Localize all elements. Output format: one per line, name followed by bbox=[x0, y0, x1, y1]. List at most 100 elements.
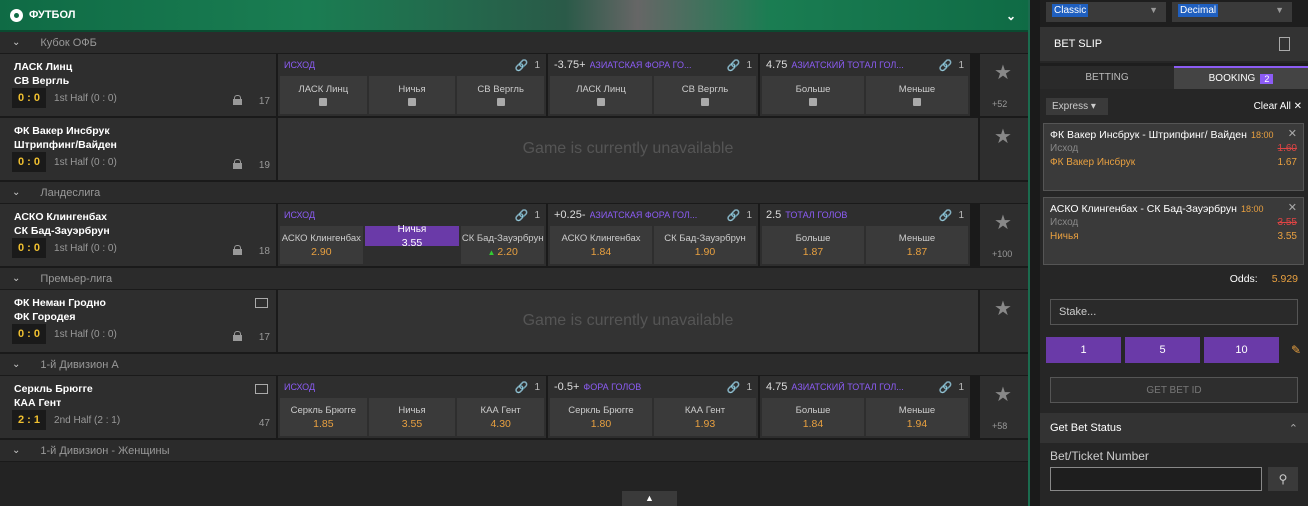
market: ИСХОД 🔗 1 Серкль Брюгге 1.85 Ничья 3.55 КАА Ген… bbox=[278, 376, 546, 438]
link-icon[interactable]: 🔗 bbox=[727, 209, 741, 222]
odds-type-select[interactable]: Classic ▼ bbox=[1046, 2, 1166, 22]
link-icon[interactable]: 🔗 bbox=[727, 59, 741, 72]
match-row[interactable]: АСКО Клингенбах СК Бад-Зауэрбрун 0 : 0 1st … bbox=[0, 204, 1028, 268]
odd-button[interactable]: СК Бад-Зауэрбрун ▲ 2.20 bbox=[461, 226, 545, 264]
league-header[interactable]: ⌄ Кубок ОФБ bbox=[0, 32, 1028, 54]
tv-icon[interactable] bbox=[255, 298, 268, 308]
quick-stake-1[interactable]: 1 bbox=[1046, 337, 1121, 363]
link-icon[interactable]: 🔗 bbox=[939, 381, 953, 394]
odds-format-select[interactable]: Decimal ▼ bbox=[1172, 2, 1292, 22]
market-number: 1 bbox=[746, 59, 752, 71]
link-icon[interactable]: 🔗 bbox=[939, 209, 953, 222]
unavailable-message: Game is currently unavailable bbox=[278, 118, 978, 180]
odd-button[interactable]: ЛАСК Линц bbox=[550, 76, 652, 114]
sport-title: ФУТБОЛ bbox=[29, 9, 76, 21]
odd-button[interactable]: АСКО Клингенбах 2.90 bbox=[280, 226, 363, 264]
close-icon[interactable]: ✕ bbox=[1288, 127, 1297, 140]
odd-button[interactable]: КАА Гент 1.93 bbox=[654, 398, 756, 436]
star-icon[interactable]: ★ bbox=[994, 124, 1012, 149]
match-period: 1st Half (0 : 0) bbox=[54, 92, 117, 104]
quick-stake-10[interactable]: 10 bbox=[1204, 337, 1279, 363]
odd-label: СК Бад-Зауэрбрун bbox=[461, 232, 544, 244]
scroll-up-button[interactable]: ▲ bbox=[622, 491, 677, 506]
get-bet-status-header[interactable]: Get Bet Status ⌃ bbox=[1040, 413, 1308, 443]
star-icon[interactable]: ★ bbox=[994, 296, 1012, 321]
match-info[interactable]: ФК Вакер Инсбрук Штрипфинг/Вайден 0 : 0 1st… bbox=[0, 118, 278, 180]
market-line: 4.75 bbox=[766, 381, 788, 393]
match-info[interactable]: ЛАСК Линц СВ Вергль 0 : 0 1st Half (0 : 0) 1… bbox=[0, 54, 278, 116]
bet-slip-item: АСКО Клингенбах - СК Бад-Зауэрбрун 18:00 ✕… bbox=[1043, 197, 1304, 265]
link-icon[interactable]: 🔗 bbox=[515, 209, 529, 222]
league-header[interactable]: ⌄ 1-й Дивизион - Женщины bbox=[0, 440, 1028, 462]
markets: Game is currently unavailable bbox=[278, 290, 978, 352]
match-info[interactable]: Серкль Брюгге КАА Гент 2 : 1 2nd Half (2 : … bbox=[0, 376, 278, 438]
odd-button[interactable]: ЛАСК Линц bbox=[280, 76, 367, 114]
link-icon[interactable]: 🔗 bbox=[727, 381, 741, 394]
odd-button[interactable]: Больше bbox=[762, 76, 864, 114]
chevron-down-icon[interactable]: ⌄ bbox=[1006, 9, 1016, 23]
more-markets[interactable]: +58 bbox=[992, 421, 1007, 431]
get-bet-id-button[interactable]: GET BET ID bbox=[1050, 377, 1298, 403]
team-home: АСКО Клингенбах bbox=[14, 211, 107, 223]
clear-all-button[interactable]: Clear All ✕ bbox=[1254, 101, 1302, 112]
odd-value: 3.55 bbox=[401, 236, 423, 249]
odd-button[interactable]: Меньше 1.94 bbox=[866, 398, 968, 436]
league-header[interactable]: ⌄ Премьер-лига bbox=[0, 268, 1028, 290]
calculator-icon[interactable] bbox=[1279, 37, 1290, 51]
lock-icon bbox=[233, 245, 242, 255]
lock-icon bbox=[809, 98, 817, 106]
odd-button[interactable]: Ничья 3.55 bbox=[364, 224, 460, 249]
lock-icon bbox=[701, 98, 709, 106]
tab-booking[interactable]: BOOKING 2 bbox=[1174, 66, 1308, 89]
odd-button[interactable]: Серкль Брюгге 1.85 bbox=[280, 398, 367, 436]
odd-button[interactable]: Больше 1.84 bbox=[762, 398, 864, 436]
odd-button[interactable]: Меньше 1.87 bbox=[866, 226, 968, 264]
slip-pick: Ничья bbox=[1050, 231, 1079, 242]
odd-button[interactable]: СВ Вергль bbox=[457, 76, 545, 114]
football-icon bbox=[10, 8, 23, 22]
star-icon[interactable]: ★ bbox=[994, 210, 1012, 235]
odd-button[interactable]: Серкль Брюгге 1.80 bbox=[550, 398, 652, 436]
odd-button[interactable]: Меньше bbox=[866, 76, 968, 114]
star-icon[interactable]: ★ bbox=[994, 382, 1012, 407]
score: 2 : 1 bbox=[12, 410, 47, 430]
odd-button[interactable]: КАА Гент 4.30 bbox=[457, 398, 545, 436]
league-header[interactable]: ⌄ Ландеслига bbox=[0, 182, 1028, 204]
link-icon[interactable]: 🔗 bbox=[515, 59, 529, 72]
ticket-number-input[interactable] bbox=[1050, 467, 1263, 491]
more-markets[interactable]: +52 bbox=[992, 99, 1007, 109]
odd-button[interactable]: Ничья bbox=[368, 76, 456, 114]
match-info[interactable]: ФК Неман Гродно ФК Городея 0 : 0 1st Half (… bbox=[0, 290, 278, 352]
express-select[interactable]: Express ▾ bbox=[1046, 97, 1108, 115]
match-row[interactable]: ФК Неман Гродно ФК Городея 0 : 0 1st Half (… bbox=[0, 290, 1028, 354]
tv-icon[interactable] bbox=[255, 384, 268, 394]
odd-value: 1.87 bbox=[802, 245, 824, 258]
quick-stake-5[interactable]: 5 bbox=[1125, 337, 1200, 363]
unavailable-message: Game is currently unavailable bbox=[278, 290, 978, 352]
link-icon[interactable]: 🔗 bbox=[515, 381, 529, 394]
markets: Game is currently unavailable bbox=[278, 118, 978, 180]
odd-label: Меньше bbox=[898, 84, 936, 95]
market-name: ИСХОД bbox=[284, 382, 316, 392]
link-icon[interactable]: 🔗 bbox=[939, 59, 953, 72]
match-info[interactable]: АСКО Клингенбах СК Бад-Зауэрбрун 0 : 0 1st … bbox=[0, 204, 278, 266]
match-row[interactable]: Серкль Брюгге КАА Гент 2 : 1 2nd Half (2 : … bbox=[0, 376, 1028, 440]
match-row[interactable]: ЛАСК Линц СВ Вергль 0 : 0 1st Half (0 : 0) 1… bbox=[0, 54, 1028, 118]
odd-button[interactable]: СВ Вергль bbox=[654, 76, 756, 114]
edit-icon[interactable]: ✎ bbox=[1291, 343, 1301, 357]
odd-button[interactable]: СК Бад-Зауэрбрун 1.90 bbox=[654, 226, 756, 264]
odd-button[interactable]: АСКО Клингенбах 1.84 bbox=[550, 226, 652, 264]
stake-input[interactable]: Stake... bbox=[1050, 299, 1298, 325]
odd-button[interactable]: Ничья 3.55 bbox=[368, 398, 456, 436]
more-markets[interactable]: +100 bbox=[992, 249, 1012, 259]
odd-value: 1.84 bbox=[802, 417, 824, 430]
match-row[interactable]: ФК Вакер Инсбрук Штрипфинг/Вайден 0 : 0 1st… bbox=[0, 118, 1028, 182]
star-icon[interactable]: ★ bbox=[994, 60, 1012, 85]
league-header[interactable]: ⌄ 1-й Дивизион A bbox=[0, 354, 1028, 376]
tab-betting[interactable]: BETTING bbox=[1040, 66, 1174, 89]
sport-header[interactable]: ФУТБОЛ ⌄ bbox=[0, 0, 1028, 32]
search-icon[interactable]: ⚲ bbox=[1268, 467, 1298, 491]
scrollbar[interactable] bbox=[1030, 0, 1040, 506]
odd-button[interactable]: Больше 1.87 bbox=[762, 226, 864, 264]
close-icon[interactable]: ✕ bbox=[1288, 201, 1297, 214]
